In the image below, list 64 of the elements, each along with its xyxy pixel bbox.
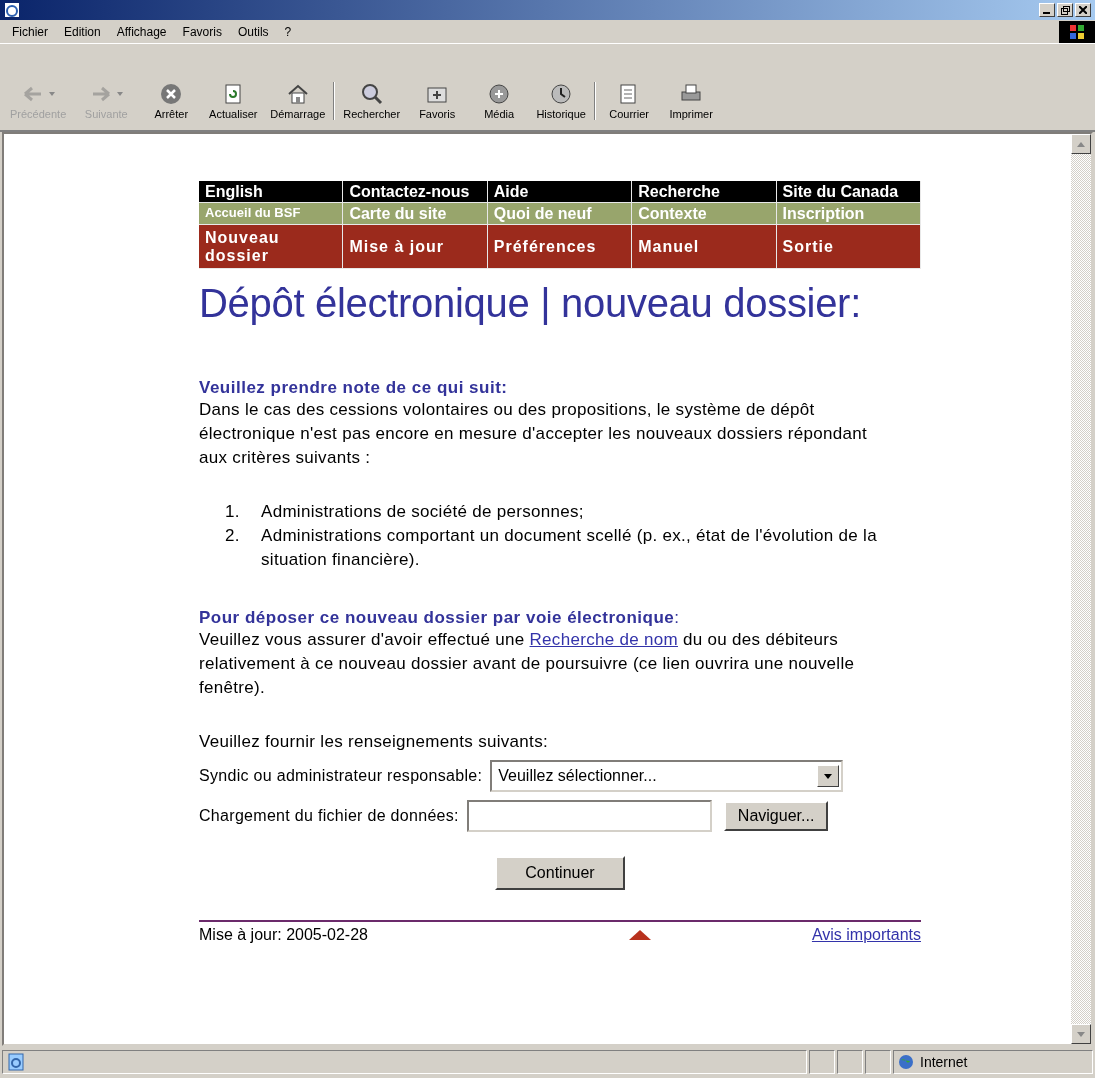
update-date: Mise à jour: 2005-02-28	[199, 926, 368, 944]
nav-link[interactable]: Recherche	[632, 181, 777, 202]
paragraph: Veuillez vous assurer d'avoir effectué une Recherche de nom du ou des débiteurs relativement à ce nouveau dossier avant de poursuivre (ce lien ouvrira une nouvelle fenêtre).	[199, 629, 856, 699]
status-pane	[809, 1050, 835, 1074]
nav-link[interactable]: Site du Canada	[776, 181, 921, 202]
toolbar-button[interactable]: Courrier	[598, 82, 661, 120]
menu-item[interactable]: Edition	[56, 22, 109, 41]
windows-logo-icon	[1059, 20, 1095, 43]
restore-button[interactable]	[1057, 3, 1073, 17]
restore-icon	[1060, 5, 1070, 15]
close-button[interactable]	[1075, 3, 1091, 17]
toolbar-button[interactable]: Média	[468, 82, 531, 120]
menu-item[interactable]: ?	[276, 22, 300, 41]
notices-link[interactable]: Avis importants	[811, 926, 921, 944]
page-icon	[7, 1053, 25, 1071]
field-label: Chargement du fichier de données:	[199, 807, 459, 825]
section-title: Veuillez prendre note de ce qui suit:	[199, 378, 509, 398]
menu-item[interactable]: Fichier	[4, 22, 56, 41]
nav-link[interactable]: Mise à jour	[343, 225, 488, 268]
form-intro: Veuillez fournir les renseignements suivants:	[199, 731, 549, 753]
down-arrow-icon	[1077, 1031, 1085, 1037]
nav-link[interactable]: Manuel	[632, 225, 777, 268]
nav-link[interactable]: Sortie	[776, 225, 921, 268]
browse-button[interactable]: Naviguer...	[723, 801, 829, 831]
toolbar-button[interactable]: Actualiser	[202, 82, 265, 120]
nav-link[interactable]: English	[199, 181, 344, 202]
nav-link[interactable]: Aide	[487, 181, 633, 202]
status-pane	[865, 1050, 891, 1074]
list-item: 1. Administrations de société de personnes;	[225, 501, 585, 523]
close-icon	[1079, 6, 1087, 14]
file-input-field[interactable]	[466, 800, 712, 832]
toolbar-button[interactable]: Arrêter	[140, 82, 203, 120]
section-title: Pour déposer ce nouveau dossier par voie électronique:	[199, 608, 681, 628]
minimize-button[interactable]	[1039, 3, 1055, 17]
list-item: 2. Administrations comportant un document scellé (p. ex., état de l'évolution de la situation financière).	[225, 525, 878, 571]
browser-icon	[4, 2, 20, 18]
toolbar-button[interactable]: Favoris	[406, 82, 469, 120]
toolbar-button[interactable]: Historique	[530, 82, 593, 120]
caret-icon	[117, 92, 124, 96]
menu-item[interactable]: Favoris	[174, 22, 230, 41]
up-arrow-icon[interactable]	[628, 930, 651, 940]
status-pane	[837, 1050, 863, 1074]
scroll-up-button[interactable]	[1071, 134, 1091, 154]
nav-link[interactable]: Préférences	[487, 225, 633, 268]
zone-label: Internet	[920, 1054, 968, 1070]
name-search-link[interactable]: Recherche de nom	[529, 630, 678, 649]
trustee-dropdown[interactable]: Veuillez sélectionner...	[490, 760, 844, 792]
menu-item[interactable]: Outils	[229, 22, 277, 41]
toolbar-button[interactable]: Rechercher	[337, 82, 407, 120]
nav-link[interactable]: Contactez-nous	[343, 181, 488, 202]
toolbar-button[interactable]: Imprimer	[660, 82, 723, 120]
search-icon	[359, 82, 384, 106]
clock-icon	[549, 82, 574, 106]
up-arrow-icon	[1077, 141, 1085, 147]
menu-item[interactable]: Affichage	[108, 22, 175, 41]
scroll-down-button[interactable]	[1071, 1024, 1091, 1044]
caret-icon	[49, 92, 56, 96]
field-label: Syndic ou administrateur responsable:	[199, 767, 483, 785]
page-heading: Dépôt électronique | nouveau dossier:	[199, 281, 862, 326]
nav-link[interactable]: Nouveau dossier	[199, 225, 344, 268]
continue-button[interactable]: Continuer	[495, 856, 625, 890]
paragraph: Dans le cas des cessions volontaires ou des propositions, le système de dépôt électronique n'est pas encore en mesure d'accepter les nouveaux dossiers répondant aux critères suivants :	[199, 399, 869, 469]
toolbar-button[interactable]: Démarrage	[264, 82, 332, 120]
stop-icon	[159, 82, 184, 106]
